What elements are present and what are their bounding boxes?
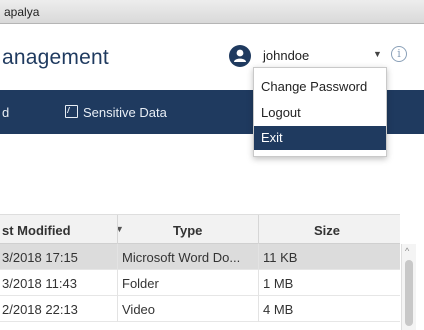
cell-separator (258, 296, 259, 322)
table-row[interactable]: 2/2018 22:13 Video 4 MB (0, 296, 400, 322)
cell-separator (258, 270, 259, 296)
cell-type: Folder (122, 276, 159, 291)
username-label[interactable]: johndoe (263, 48, 309, 63)
cell-type: Video (122, 302, 156, 317)
cell-size: 1 MB (263, 276, 294, 291)
cell-size: 4 MB (263, 302, 294, 317)
menu-item-change-password[interactable]: Change Password (254, 75, 386, 99)
column-separator[interactable] (117, 215, 118, 245)
cell-modified: 3/2018 17:15 (2, 250, 78, 265)
menu-item-logout[interactable]: Logout (254, 101, 386, 125)
cell-size: 11 KB (263, 250, 298, 265)
nav-item-sensitive-label: Sensitive Data (83, 105, 167, 120)
info-icon[interactable]: i (391, 46, 407, 62)
column-header-last-modified[interactable]: st Modified (2, 223, 71, 238)
cell-separator (258, 244, 259, 270)
cell-separator (117, 244, 118, 270)
nav-item-sensitive-data[interactable]: Sensitive Data (65, 105, 167, 120)
cell-modified: 2/2018 22:13 (2, 302, 78, 317)
menu-item-exit[interactable]: Exit (254, 126, 386, 150)
window-title: apalya (4, 5, 40, 19)
scroll-up-icon[interactable]: ^ (405, 246, 409, 256)
user-avatar-icon[interactable] (229, 45, 251, 67)
external-link-icon (65, 105, 78, 118)
nav-item-partial[interactable]: d (2, 105, 9, 120)
table-header: st Modified ▼ Type Size (0, 214, 400, 245)
cell-separator (117, 270, 118, 296)
column-header-type[interactable]: Type (173, 223, 202, 238)
files-table: st Modified ▼ Type Size 3/2018 17:15 Mic… (0, 214, 424, 330)
cell-modified: 3/2018 11:43 (2, 276, 77, 291)
cell-type: Microsoft Word Do... (122, 250, 241, 265)
column-separator[interactable] (258, 215, 259, 245)
chevron-down-icon[interactable]: ▼ (373, 49, 382, 59)
vertical-scrollbar[interactable]: ^ (401, 244, 416, 330)
table-row[interactable]: 3/2018 17:15 Microsoft Word Do... 11 KB (0, 244, 400, 270)
window-titlebar: apalya (0, 0, 424, 24)
scrollbar-thumb[interactable] (405, 260, 413, 326)
table-row[interactable]: 3/2018 11:43 Folder 1 MB (0, 270, 400, 296)
user-dropdown-menu: Change Password Logout Exit (253, 67, 387, 157)
cell-separator (117, 296, 118, 322)
column-header-size[interactable]: Size (314, 223, 340, 238)
app-title: anagement (2, 46, 109, 69)
